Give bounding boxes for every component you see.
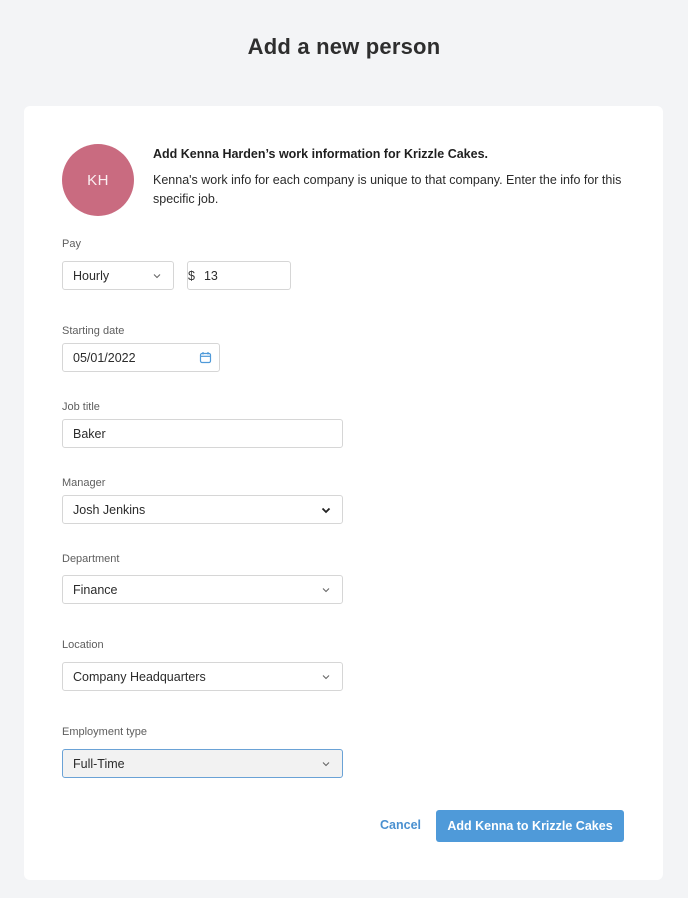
location-value: Company Headquarters bbox=[73, 669, 206, 684]
intro-text: Kenna's work info for each company is un… bbox=[153, 173, 622, 206]
work-info-card: KH Add Kenna Harden’s work information f… bbox=[24, 106, 663, 880]
pay-label: Pay bbox=[62, 238, 81, 250]
chevron-down-icon bbox=[321, 507, 331, 514]
employment-type-value: Full-Time bbox=[73, 756, 125, 771]
cancel-button[interactable]: Cancel bbox=[380, 818, 421, 832]
manager-label: Manager bbox=[62, 477, 106, 489]
chevron-down-icon bbox=[322, 588, 330, 593]
location-select[interactable]: Company Headquarters bbox=[62, 662, 343, 691]
department-select[interactable]: Finance bbox=[62, 575, 343, 604]
avatar-initials: KH bbox=[87, 171, 109, 189]
page-title: Add a new person bbox=[247, 34, 441, 59]
intro-title: Add Kenna Harden’s work information for … bbox=[153, 147, 489, 161]
add-person-button[interactable]: Add Kenna to Krizzle Cakes bbox=[436, 810, 624, 842]
job-title-input[interactable]: Baker bbox=[62, 419, 343, 448]
pay-amount-value: 13 bbox=[203, 268, 218, 283]
department-label: Department bbox=[62, 553, 120, 565]
pay-type-value: Hourly bbox=[73, 268, 110, 283]
department-value: Finance bbox=[73, 582, 118, 597]
pay-type-select[interactable]: Hourly bbox=[62, 261, 174, 290]
employment-type-label: Employment type bbox=[62, 726, 147, 738]
calendar-icon[interactable] bbox=[199, 351, 212, 364]
starting-date-input[interactable]: 05/01/2022 bbox=[62, 343, 220, 372]
manager-value: Josh Jenkins bbox=[73, 502, 146, 517]
chevron-down-icon bbox=[322, 762, 330, 767]
job-title-value: Baker bbox=[73, 426, 106, 441]
chevron-down-icon bbox=[153, 274, 161, 279]
location-label: Location bbox=[62, 639, 104, 651]
currency-symbol: $ bbox=[188, 268, 195, 283]
starting-date-value: 05/01/2022 bbox=[73, 350, 136, 365]
manager-select[interactable]: Josh Jenkins bbox=[62, 495, 343, 524]
chevron-down-icon bbox=[322, 675, 330, 680]
pay-amount-input[interactable]: $ 13 bbox=[187, 261, 291, 290]
avatar: KH bbox=[62, 144, 134, 216]
employment-type-select[interactable]: Full-Time bbox=[62, 749, 343, 778]
starting-date-label: Starting date bbox=[62, 325, 125, 337]
job-title-label: Job title bbox=[62, 401, 100, 413]
